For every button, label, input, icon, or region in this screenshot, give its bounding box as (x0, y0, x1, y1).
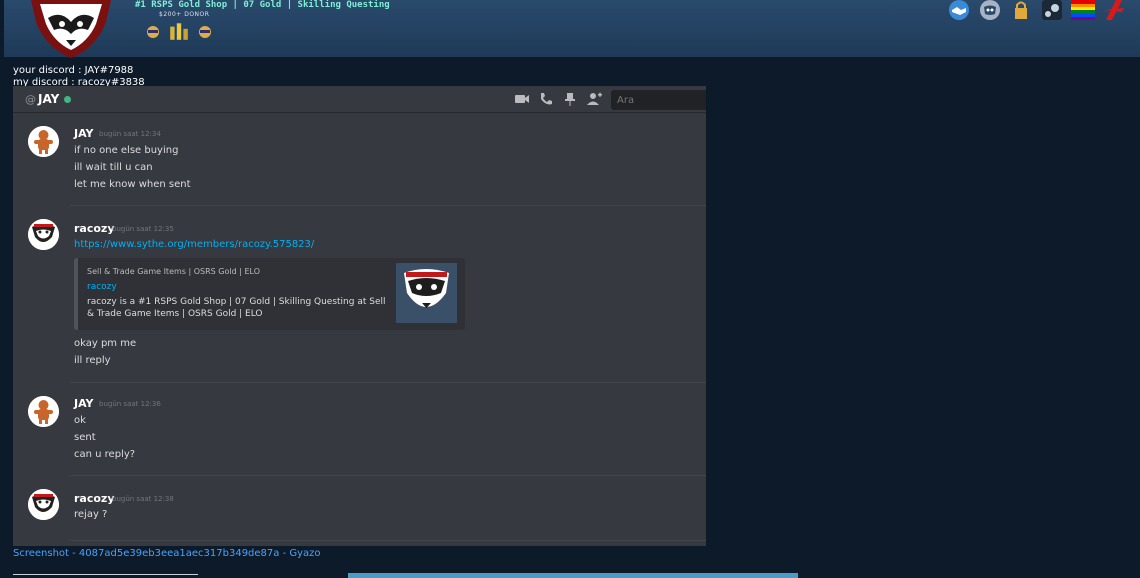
embed-provider: Sell & Trade Game Items | OSRS Gold | EL… (87, 267, 260, 276)
message-timestamp: bugün saat 12:34 (99, 130, 161, 138)
message-text: sent (74, 432, 96, 443)
message-group: racozy bugün saat 12:35 https://www.syth… (13, 206, 706, 382)
next-image-preview (348, 573, 798, 578)
gingerbread-avatar-icon[interactable] (28, 396, 59, 427)
video-call-icon[interactable] (514, 91, 530, 107)
message-group: racozy bugün saat 12:38 rejay ? (13, 476, 706, 546)
gingerbread-avatar-icon[interactable] (28, 126, 59, 157)
raccoon-logo-icon (31, 0, 111, 58)
message-text: ill reply (74, 355, 111, 366)
embed-description: racozy is a #1 RSPS Gold Shop | 07 Gold … (87, 297, 386, 319)
raccoon-avatar-icon[interactable] (28, 489, 59, 520)
discord-screenshot: @ JAY JAY bugün saat 12:34 i (13, 86, 706, 546)
add-friend-icon[interactable] (586, 91, 602, 107)
message-group: JAY bugün saat 12:36 ok sent can u reply… (13, 383, 706, 475)
pin-icon[interactable] (562, 91, 578, 107)
post-line: your discord : JAY#7988 (13, 65, 134, 76)
red-brand-icon[interactable] (1102, 0, 1126, 20)
embed-thumbnail[interactable] (396, 263, 457, 323)
message-text: let me know when sent (74, 179, 191, 190)
topbar-tools (514, 91, 602, 107)
message-author[interactable]: JAY (74, 397, 94, 410)
message-timestamp: bugün saat 12:38 (112, 495, 174, 503)
badge-row (145, 20, 213, 42)
handshake-icon[interactable] (947, 0, 971, 20)
profile-icons (947, 0, 1126, 20)
gyazo-caption-link[interactable]: Screenshot - 4087ad5e39eb3eea1aec317b349… (13, 548, 321, 559)
discord-icon[interactable] (978, 0, 1002, 20)
message-text: if no one else buying (74, 145, 179, 156)
message-timestamp: bugün saat 12:35 (112, 225, 174, 233)
orb-badge-icon (199, 26, 211, 38)
message-text: ill wait till u can (74, 162, 153, 173)
message-group: JAY bugün saat 12:34 if no one else buyi… (13, 113, 706, 205)
message-author[interactable]: racozy (74, 492, 115, 505)
dm-channel-name: JAY (38, 92, 60, 106)
message-author[interactable]: JAY (74, 127, 94, 140)
message-divider (70, 540, 706, 541)
rank-label: $200+ DONOR (159, 11, 210, 18)
divider (13, 574, 198, 575)
steam-icon[interactable] (1040, 0, 1064, 20)
message-timestamp: bugün saat 12:36 (99, 400, 161, 408)
search-input[interactable] (611, 90, 706, 110)
profile-link[interactable]: https://www.sythe.org/members/racozy.575… (74, 239, 314, 250)
discord-topbar: @ JAY (13, 86, 706, 113)
lock-icon[interactable] (1009, 0, 1033, 20)
message-text: ok (74, 415, 86, 426)
at-symbol: @ (25, 93, 36, 106)
orb-badge-icon (147, 26, 159, 38)
online-status-icon (64, 96, 71, 103)
gold-coins-icon (170, 23, 188, 40)
rainbow-flag-icon[interactable] (1071, 0, 1095, 20)
embed-title-link[interactable]: racozy (87, 282, 117, 292)
raccoon-logo-icon (404, 269, 449, 308)
voice-call-icon[interactable] (538, 91, 554, 107)
profile-tagline: #1 RSPS Gold Shop | 07 Gold | Skilling Q… (135, 0, 390, 10)
message-author[interactable]: racozy (74, 222, 115, 235)
link-embed: Sell & Trade Game Items | OSRS Gold | EL… (74, 258, 465, 330)
message-text: okay pm me (74, 338, 137, 349)
message-text: can u reply? (74, 449, 136, 460)
message-text: rejay ? (74, 509, 108, 520)
forum-profile-header: #1 RSPS Gold Shop | 07 Gold | Skilling Q… (4, 0, 1140, 58)
raccoon-avatar-icon[interactable] (28, 219, 59, 250)
